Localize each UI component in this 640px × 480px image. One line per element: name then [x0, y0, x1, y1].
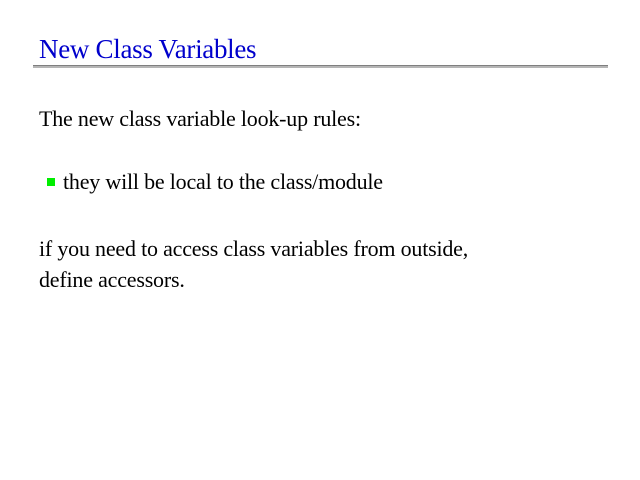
outro-line: if you need to access class variables fr…	[39, 236, 469, 261]
slide-title: New Class Variables	[39, 34, 257, 64]
bullet-item: they will be local to the class/module	[47, 166, 383, 197]
slide: New Class Variables The new class variab…	[0, 0, 640, 480]
outro-paragraph: if you need to access class variables fr…	[39, 233, 468, 295]
title-divider	[33, 65, 608, 68]
intro-text: The new class variable look-up rules:	[39, 106, 361, 131]
bullet-text: they will be local to the class/module	[63, 169, 383, 194]
green-square-bullet-icon	[47, 178, 55, 186]
outro-line: define accessors.	[39, 267, 185, 292]
